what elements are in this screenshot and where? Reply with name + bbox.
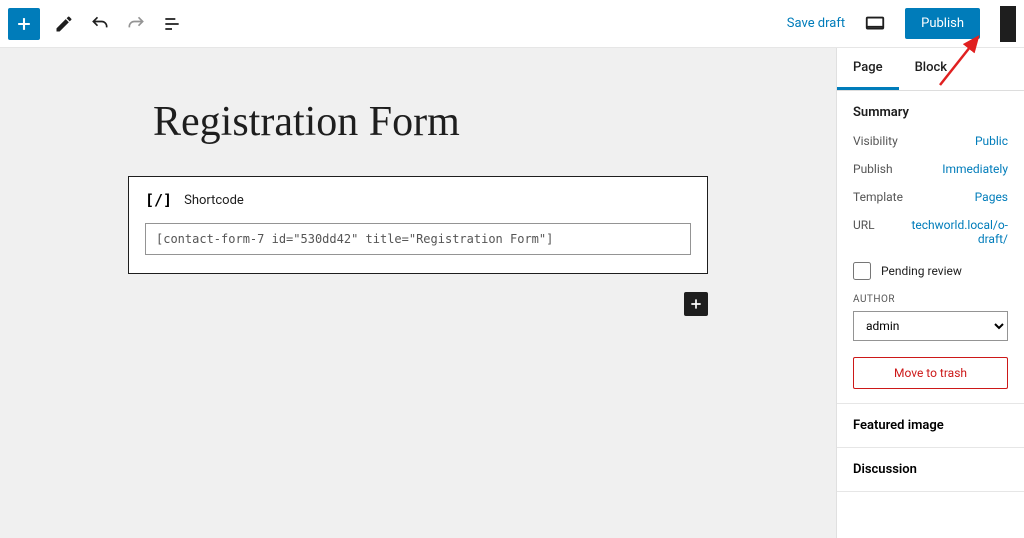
visibility-value[interactable]: Public	[975, 134, 1008, 148]
template-label: Template	[853, 190, 903, 204]
editor-canvas[interactable]: Registration Form [/] Shortcode	[0, 48, 836, 538]
url-row: URL techworld.local/o-draft/	[853, 218, 1008, 246]
author-select[interactable]: admin	[853, 311, 1008, 341]
shortcode-icon: [/]	[145, 191, 172, 209]
add-block-below	[128, 292, 708, 316]
settings-toggle-button[interactable]	[1000, 6, 1016, 42]
pencil-icon	[54, 14, 74, 34]
shortcode-header: [/] Shortcode	[145, 191, 691, 209]
settings-sidebar: Page Block Summary Visibility Public Pub…	[836, 48, 1024, 538]
undo-button[interactable]	[88, 12, 112, 36]
plus-icon	[14, 14, 34, 34]
publish-button[interactable]: Publish	[905, 8, 980, 39]
tab-page[interactable]: Page	[837, 48, 899, 90]
editor-toolbar: Save draft Publish	[0, 0, 1024, 48]
visibility-row: Visibility Public	[853, 134, 1008, 148]
shortcode-input[interactable]	[145, 223, 691, 255]
block-inserter-button[interactable]	[8, 8, 40, 40]
save-draft-link[interactable]: Save draft	[787, 16, 845, 31]
url-label: URL	[853, 218, 875, 246]
sidebar-tabs: Page Block	[837, 48, 1024, 91]
add-block-button[interactable]	[684, 292, 708, 316]
author-heading: AUTHOR	[853, 294, 1008, 305]
toolbar-left	[8, 8, 184, 40]
main-layout: Registration Form [/] Shortcode Page Blo…	[0, 48, 1024, 538]
page-content: Registration Form [/] Shortcode	[128, 98, 708, 316]
pending-review-checkbox[interactable]	[853, 262, 871, 280]
shortcode-label: Shortcode	[184, 193, 244, 208]
redo-icon	[126, 14, 146, 34]
publish-value[interactable]: Immediately	[942, 162, 1008, 176]
undo-icon	[90, 14, 110, 34]
featured-image-panel[interactable]: Featured image	[837, 404, 1024, 448]
url-value[interactable]: techworld.local/o-draft/	[908, 218, 1008, 246]
summary-panel: Summary Visibility Public Publish Immedi…	[837, 91, 1024, 404]
template-row: Template Pages	[853, 190, 1008, 204]
pending-review-label: Pending review	[881, 264, 962, 278]
publish-row: Publish Immediately	[853, 162, 1008, 176]
pending-review-row[interactable]: Pending review	[853, 262, 1008, 280]
page-title[interactable]: Registration Form	[128, 98, 708, 146]
list-icon	[162, 14, 182, 34]
preview-button[interactable]	[859, 8, 891, 40]
document-overview-button[interactable]	[160, 12, 184, 36]
move-to-trash-button[interactable]: Move to trash	[853, 357, 1008, 389]
redo-button[interactable]	[124, 12, 148, 36]
summary-title: Summary	[853, 105, 1008, 120]
visibility-label: Visibility	[853, 134, 898, 148]
tab-block[interactable]: Block	[899, 48, 963, 90]
shortcode-block[interactable]: [/] Shortcode	[128, 176, 708, 274]
toolbar-right: Save draft Publish	[787, 6, 1016, 42]
discussion-panel[interactable]: Discussion	[837, 448, 1024, 492]
plus-icon	[688, 296, 704, 312]
template-value[interactable]: Pages	[975, 190, 1008, 204]
desktop-icon	[864, 13, 886, 35]
publish-label: Publish	[853, 162, 893, 176]
edit-tool-button[interactable]	[52, 12, 76, 36]
